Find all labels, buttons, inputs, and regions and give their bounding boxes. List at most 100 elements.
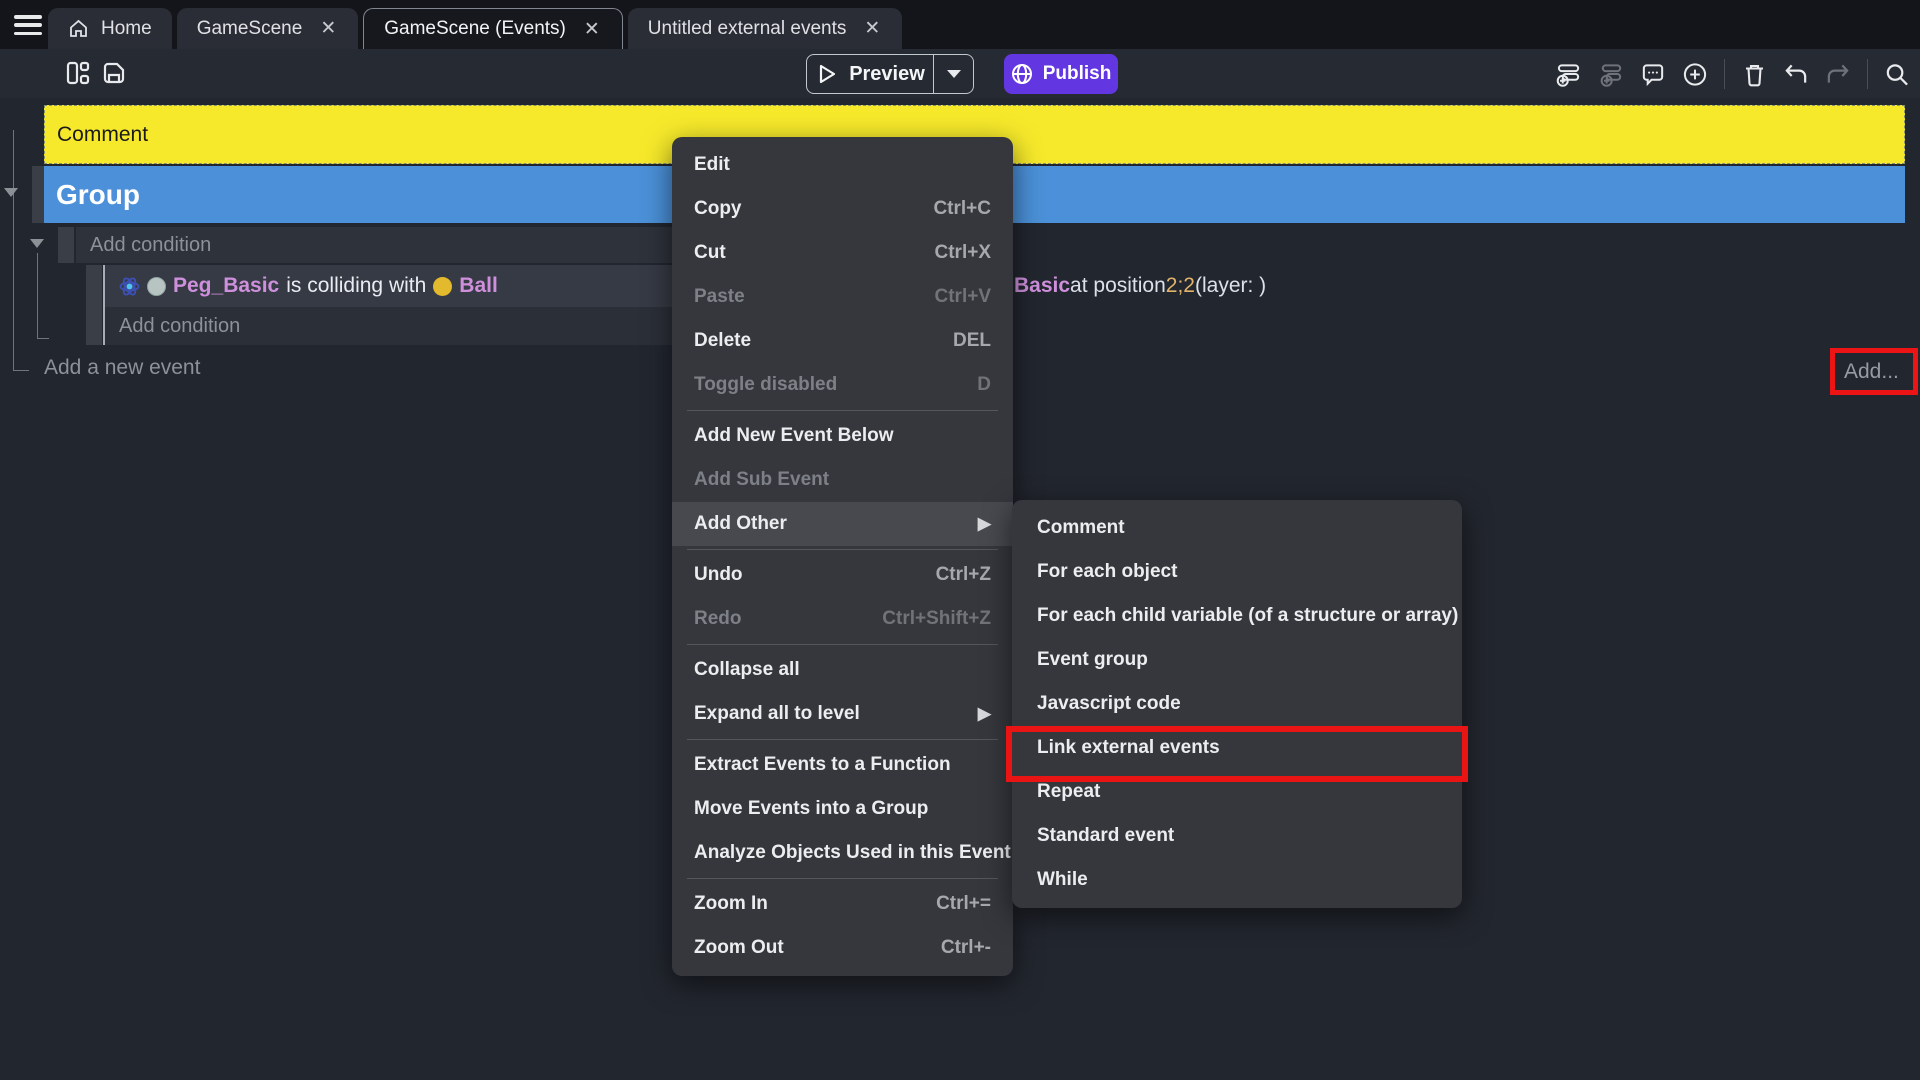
search-icon[interactable]	[1884, 61, 1910, 87]
tab-bar: Home GameScene ✕ GameScene (Events) ✕ Un…	[0, 0, 1920, 49]
add-circle-icon[interactable]	[1682, 61, 1708, 87]
event-drag-handle[interactable]	[58, 227, 74, 263]
panels-icon[interactable]	[64, 59, 92, 87]
add-comment-icon[interactable]	[1640, 61, 1666, 87]
menu-item-add-sub-event[interactable]: Add Sub Event	[672, 458, 1013, 502]
submenu-arrow-icon: ▶	[978, 514, 991, 534]
menu-item-zoom-out[interactable]: Zoom Out Ctrl+-	[672, 926, 1013, 970]
add-other-submenu: Comment For each object For each child v…	[1012, 500, 1462, 908]
menu-item-shortcut: Ctrl+-	[941, 937, 991, 959]
peg-object-icon	[147, 277, 166, 296]
menu-item-analyze-objects-used-in-this-event[interactable]: Analyze Objects Used in this Event	[672, 831, 1013, 875]
add-link[interactable]: Add...	[1844, 360, 1899, 384]
menu-item-cut[interactable]: Cut Ctrl+X	[672, 231, 1013, 275]
add-new-event-link[interactable]: Add a new event	[44, 356, 200, 380]
toolbar-divider	[1867, 59, 1868, 89]
menu-item-event-group[interactable]: Event group	[1012, 638, 1462, 682]
menu-divider	[687, 878, 998, 879]
menu-item-zoom-in[interactable]: Zoom In Ctrl+=	[672, 882, 1013, 926]
close-icon[interactable]: ✕	[862, 17, 882, 40]
menu-item-collapse-all[interactable]: Collapse all	[672, 648, 1013, 692]
menu-item-for-each-object[interactable]: For each object	[1012, 550, 1462, 594]
menu-item-label: Edit	[694, 154, 730, 176]
menu-item-label: Toggle disabled	[694, 374, 837, 396]
menu-item-label: Add New Event Below	[694, 425, 894, 447]
menu-item-redo[interactable]: Redo Ctrl+Shift+Z	[672, 597, 1013, 641]
menu-item-expand-all-to-level[interactable]: Expand all to level ▶	[672, 692, 1013, 736]
menu-item-label: While	[1037, 869, 1088, 891]
menu-item-add-new-event-below[interactable]: Add New Event Below	[672, 414, 1013, 458]
tab-gamescene-events-[interactable]: GameScene (Events) ✕	[363, 8, 623, 49]
add-event-icon[interactable]	[1556, 61, 1582, 87]
menu-item-label: Zoom In	[694, 893, 768, 915]
menu-item-undo[interactable]: Undo Ctrl+Z	[672, 553, 1013, 597]
menu-divider	[687, 410, 998, 411]
tree-line	[13, 370, 29, 371]
menu-item-label: Paste	[694, 286, 745, 308]
menu-item-comment[interactable]: Comment	[1012, 506, 1462, 550]
menu-item-extract-events-to-a-function[interactable]: Extract Events to a Function	[672, 743, 1013, 787]
undo-icon[interactable]	[1783, 61, 1809, 87]
add-condition-link-1[interactable]: Add condition	[76, 227, 700, 263]
menu-item-label: Expand all to level	[694, 703, 860, 725]
selected-event-block: Peg_Basic is colliding with Ball Add con…	[103, 265, 700, 345]
tab-label: GameScene (Events)	[384, 18, 566, 40]
menu-item-shortcut: DEL	[953, 330, 991, 352]
condition-text: is colliding with	[286, 274, 426, 298]
collapse-arrow-event[interactable]	[30, 239, 44, 248]
add-subevent-icon[interactable]	[1598, 61, 1624, 87]
menu-item-for-each-child-variable-of-a-structure-or-array-[interactable]: For each child variable (of a structure …	[1012, 594, 1462, 638]
preview-button-group: Preview	[806, 54, 974, 94]
trash-icon[interactable]	[1741, 61, 1767, 87]
menu-item-while[interactable]: While	[1012, 858, 1462, 902]
publish-button[interactable]: Publish	[1004, 54, 1118, 94]
menu-item-paste[interactable]: Paste Ctrl+V	[672, 275, 1013, 319]
menu-divider	[687, 644, 998, 645]
preview-label: Preview	[849, 63, 925, 86]
tabs: Home GameScene ✕ GameScene (Events) ✕ Un…	[48, 8, 902, 49]
condition-row[interactable]: Peg_Basic is colliding with Ball	[105, 265, 700, 307]
menu-item-shortcut: Ctrl+V	[935, 286, 992, 308]
menu-item-standard-event[interactable]: Standard event	[1012, 814, 1462, 858]
redo-icon[interactable]	[1825, 61, 1851, 87]
menu-item-toggle-disabled[interactable]: Toggle disabled D	[672, 363, 1013, 407]
menu-item-shortcut: Ctrl+C	[933, 198, 991, 220]
tab-untitled-external-events[interactable]: Untitled external events ✕	[628, 8, 902, 49]
menu-item-label: Repeat	[1037, 781, 1100, 803]
menu-item-delete[interactable]: Delete DEL	[672, 319, 1013, 363]
tab-label: Untitled external events	[648, 18, 847, 40]
play-icon	[815, 63, 837, 85]
menu-item-label: For each child variable (of a structure …	[1037, 605, 1458, 627]
ball-object-icon	[433, 277, 452, 296]
menu-item-copy[interactable]: Copy Ctrl+C	[672, 187, 1013, 231]
toolbar-right-icons	[1556, 57, 1910, 91]
menu-item-add-other[interactable]: Add Other ▶	[672, 502, 1013, 546]
menu-item-label: Move Events into a Group	[694, 798, 928, 820]
condition-object-1: Peg_Basic	[173, 274, 279, 298]
tab-gamescene[interactable]: GameScene ✕	[177, 8, 359, 49]
close-icon[interactable]: ✕	[582, 18, 602, 41]
menu-item-label: Add Other	[694, 513, 787, 535]
tab-label: Home	[101, 18, 152, 40]
collapse-arrow-group[interactable]	[4, 188, 18, 197]
comment-text: Comment	[57, 123, 148, 147]
add-condition-link-2[interactable]: Add condition	[105, 307, 700, 345]
save-icon[interactable]	[100, 59, 128, 87]
menu-item-label: Add Sub Event	[694, 469, 829, 491]
context-menu: Edit Copy Ctrl+C Cut Ctrl+X Paste Ctrl+V…	[672, 137, 1013, 976]
subevent-drag-handle[interactable]	[86, 265, 102, 345]
action-row-fragment[interactable]: Basic at position 2;2 (layer: )	[1014, 265, 1266, 307]
toolbar: Preview Publish	[0, 49, 1920, 98]
menu-item-move-events-into-a-group[interactable]: Move Events into a Group	[672, 787, 1013, 831]
tab-home[interactable]: Home	[48, 8, 172, 49]
menu-item-edit[interactable]: Edit	[672, 143, 1013, 187]
tree-line	[13, 130, 14, 371]
menu-divider	[687, 739, 998, 740]
globe-icon	[1011, 63, 1033, 85]
preview-options-button[interactable]	[933, 55, 973, 93]
main-menu-icon[interactable]	[12, 13, 44, 37]
preview-button[interactable]: Preview	[807, 55, 933, 93]
menu-item-shortcut: D	[977, 374, 991, 396]
menu-item-javascript-code[interactable]: Javascript code	[1012, 682, 1462, 726]
close-icon[interactable]: ✕	[318, 17, 338, 40]
